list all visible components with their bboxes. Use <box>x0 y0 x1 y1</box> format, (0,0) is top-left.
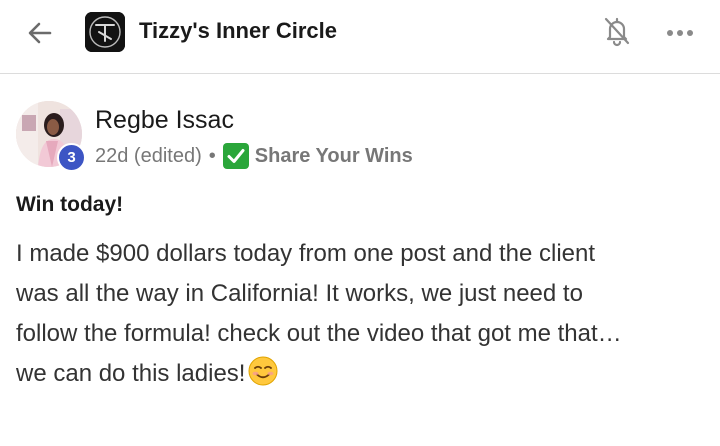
post-body: I made $900 dollars today from one post … <box>16 234 706 394</box>
level-badge: 3 <box>57 143 86 172</box>
bell-off-icon <box>604 17 630 47</box>
arrow-left-icon <box>28 22 52 44</box>
check-mark-button-icon <box>222 143 249 169</box>
post-body-line: was all the way in California! It works,… <box>16 280 583 307</box>
post-title: Win today! <box>16 193 124 216</box>
author-name[interactable]: Regbe Issac <box>95 106 234 135</box>
post-meta: 22d (edited) • Share Your Wins <box>95 142 413 170</box>
ellipsis-horizontal-icon <box>667 30 693 36</box>
smiling-face-icon <box>248 356 278 386</box>
post-body-last-line: we can do this ladies! <box>16 354 706 394</box>
back-button[interactable] <box>24 17 56 49</box>
group-logo[interactable] <box>85 12 125 52</box>
post-body-line: follow the formula! check out the video … <box>16 320 622 347</box>
post-timestamp: 22d (edited) <box>95 144 202 167</box>
post-body-line: I made $900 dollars today from one post … <box>16 240 596 267</box>
post-body-line: we can do this ladies! <box>16 360 246 387</box>
category-link[interactable]: Share Your Wins <box>255 145 413 168</box>
top-app-bar: Tizzy's Inner Circle <box>0 0 720 74</box>
group-title: Tizzy's Inner Circle <box>139 18 338 43</box>
meta-separator: • <box>208 144 216 167</box>
group-logo-mark <box>85 12 125 52</box>
mute-notifications-button[interactable] <box>600 14 634 48</box>
more-options-button[interactable] <box>664 18 696 46</box>
